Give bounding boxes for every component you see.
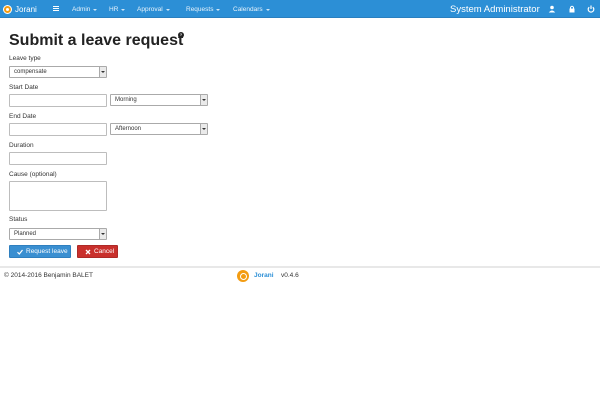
check-icon bbox=[17, 249, 23, 255]
nav-requests-label: Requests bbox=[186, 5, 214, 13]
chevron-down-icon bbox=[93, 8, 98, 11]
cause-label: Cause (optional) bbox=[9, 171, 57, 178]
end-date-input[interactable] bbox=[9, 123, 107, 136]
nav-calendars[interactable]: Calendars bbox=[233, 0, 270, 18]
chevron-down-icon bbox=[99, 229, 106, 239]
cancel-button[interactable]: Cancel bbox=[77, 245, 118, 258]
leave-type-value: compensate bbox=[14, 69, 47, 75]
footer-divider bbox=[0, 266, 600, 268]
nav-approval-label: Approval bbox=[137, 5, 163, 13]
start-date-label: Start Date bbox=[9, 84, 39, 91]
jorani-logo-icon bbox=[3, 4, 12, 14]
end-date-label: End Date bbox=[9, 113, 37, 120]
request-leave-label: Request leave bbox=[26, 248, 68, 255]
chevron-down-icon bbox=[200, 124, 207, 134]
home-icon[interactable] bbox=[53, 6, 59, 11]
chevron-down-icon bbox=[216, 8, 221, 11]
end-date-period-select[interactable]: Afternoon bbox=[110, 123, 208, 135]
nav-admin[interactable]: Admin bbox=[72, 0, 98, 18]
start-date-period-value: Morning bbox=[115, 97, 137, 103]
nav-hr[interactable]: HR bbox=[109, 0, 126, 18]
nav-hr-label: HR bbox=[109, 5, 119, 13]
brand-label: Jorani bbox=[15, 4, 37, 14]
brand[interactable]: Jorani bbox=[3, 3, 37, 15]
cause-textarea[interactable] bbox=[9, 181, 107, 211]
leave-type-select[interactable]: compensate bbox=[9, 66, 107, 78]
leave-type-label: Leave type bbox=[9, 55, 41, 62]
help-icon[interactable]: ? bbox=[178, 32, 184, 38]
current-user-name: System Administrator bbox=[450, 3, 540, 15]
page-title: Submit a leave request bbox=[9, 32, 184, 49]
footer-version: v0.4.6 bbox=[281, 272, 299, 279]
status-label: Status bbox=[9, 216, 28, 223]
chevron-down-icon bbox=[121, 8, 126, 11]
footer-brand-link[interactable]: Jorani bbox=[254, 272, 274, 279]
nav-requests[interactable]: Requests bbox=[186, 0, 221, 18]
status-select[interactable]: Planned bbox=[9, 228, 107, 240]
power-icon[interactable] bbox=[587, 5, 595, 13]
start-date-period-select[interactable]: Morning bbox=[110, 94, 208, 106]
cancel-label: Cancel bbox=[94, 248, 115, 255]
chevron-down-icon bbox=[99, 67, 106, 77]
chevron-down-icon bbox=[165, 8, 170, 11]
start-date-input[interactable] bbox=[9, 94, 107, 107]
duration-label: Duration bbox=[9, 142, 34, 149]
nav-approval[interactable]: Approval bbox=[137, 0, 170, 18]
close-icon bbox=[85, 249, 91, 254]
request-leave-button[interactable]: Request leave bbox=[9, 245, 71, 258]
nav-calendars-label: Calendars bbox=[233, 5, 263, 13]
status-value: Planned bbox=[14, 231, 37, 237]
nav-admin-label: Admin bbox=[72, 5, 91, 13]
chevron-down-icon bbox=[200, 95, 207, 105]
user-icon[interactable] bbox=[548, 5, 556, 13]
top-navbar: Jorani Admin HR Approval Requests Calend… bbox=[0, 0, 600, 18]
chevron-down-icon bbox=[265, 8, 270, 11]
lock-icon[interactable] bbox=[568, 5, 576, 13]
duration-input[interactable] bbox=[9, 152, 107, 165]
footer-copyright: © 2014-2016 Benjamin BALET bbox=[4, 272, 93, 279]
end-date-period-value: Afternoon bbox=[115, 126, 142, 132]
jorani-logo-icon bbox=[237, 270, 249, 282]
